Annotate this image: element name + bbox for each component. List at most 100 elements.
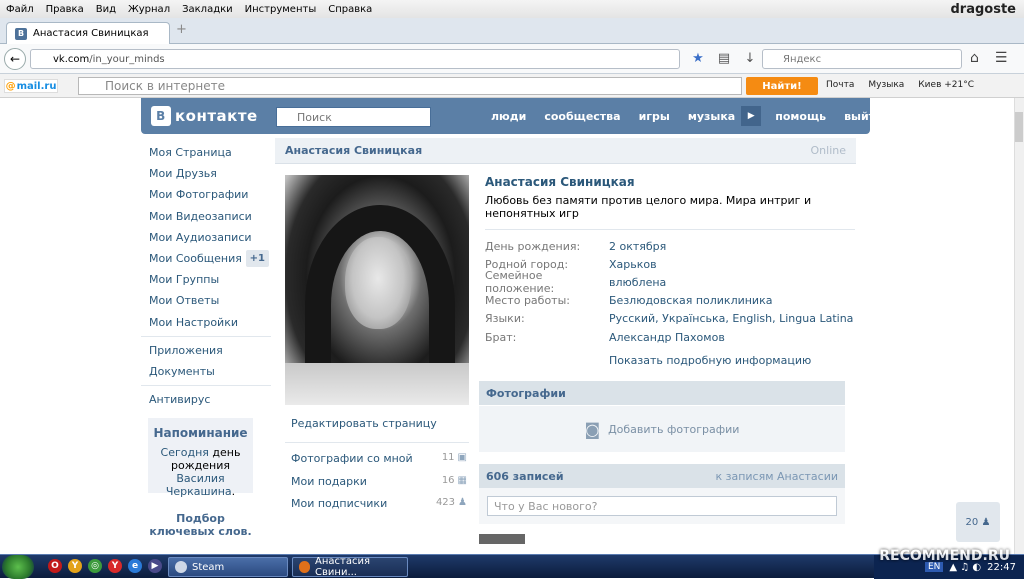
menu-my-settings[interactable]: Мои Настройки xyxy=(141,312,271,333)
info-value-link[interactable]: 2 октября xyxy=(609,240,666,253)
menu-help[interactable]: Справка xyxy=(328,4,372,15)
nav-communities[interactable]: сообщества xyxy=(544,110,620,123)
menu-apps[interactable]: Приложения xyxy=(141,340,271,361)
yandex-search-input[interactable]: Яндекс xyxy=(762,49,962,69)
menu-divider xyxy=(141,335,271,337)
menu-my-answers[interactable]: Мои Ответы xyxy=(141,290,271,311)
weather-link[interactable]: Киев +21°C xyxy=(918,80,974,90)
vk-logo[interactable]: В контакте xyxy=(151,106,258,126)
profile-main: Анастасия Свиницкая Online Редактировать… xyxy=(275,138,856,554)
yandex-icon[interactable]: Y xyxy=(68,559,82,573)
menu-my-friends[interactable]: Мои Друзья xyxy=(141,163,271,184)
info-value-link[interactable]: Безлюдовская поликлиника xyxy=(609,294,772,307)
menu-my-photos[interactable]: Мои Фотографии xyxy=(141,184,271,205)
opera-icon[interactable]: O xyxy=(48,559,62,573)
bookmark-star-icon[interactable]: ★ xyxy=(690,51,706,66)
photos-with-me-link[interactable]: Фотографии со мной 11 ▣ xyxy=(291,452,467,465)
quick-launch: O Y ◎ Y e ▶ xyxy=(48,559,162,573)
profile-status[interactable]: Любовь без памяти против целого мира. Ми… xyxy=(485,194,840,220)
my-gifts-count-value: 16 xyxy=(441,475,455,486)
vk-top-nav: люди сообщества игры музыка ▶ помощь вый… xyxy=(491,98,901,134)
menu-view[interactable]: Вид xyxy=(96,4,116,15)
info-value-link[interactable]: Русский, Українська, English, Lingua Lat… xyxy=(609,312,853,325)
yandex-browser-icon[interactable]: Y xyxy=(108,559,122,573)
wall-post-input[interactable]: Что у Вас нового? xyxy=(487,496,837,516)
menu-docs[interactable]: Документы xyxy=(141,361,271,382)
photo-face xyxy=(345,237,411,329)
profile-header-name: Анастасия Свиницкая xyxy=(285,144,423,157)
page-scrollbar[interactable] xyxy=(1014,98,1024,554)
mailru-logo[interactable]: @ mail.ru xyxy=(4,79,58,93)
gift-icon: ▦ xyxy=(457,475,467,486)
menu-file[interactable]: Файл xyxy=(6,4,34,15)
start-button[interactable] xyxy=(2,555,34,579)
menu-my-videos[interactable]: Мои Видеозаписи xyxy=(141,206,271,227)
mailru-links: Почта Музыка Киев +21°C xyxy=(826,80,974,90)
reminder-name-last[interactable]: Черкашина xyxy=(166,485,232,498)
vk-header: В контакте Поиск люди сообщества игры му… xyxy=(141,98,883,134)
bookmarks-list-icon[interactable]: ▤ xyxy=(716,51,732,66)
window-title: dragoste xyxy=(950,2,1017,17)
vk-search-input[interactable]: Поиск xyxy=(276,107,431,127)
music-link[interactable]: Музыка xyxy=(868,80,904,90)
show-more-info-link[interactable]: Показать подробную информацию xyxy=(609,354,855,367)
reminder-today-link[interactable]: Сегодня xyxy=(161,446,209,459)
back-button[interactable]: ← xyxy=(4,48,26,70)
media-icon[interactable]: ▶ xyxy=(148,559,162,573)
menu-my-groups[interactable]: Мои Группы xyxy=(141,269,271,290)
add-photos-area[interactable]: ◙ Добавить фотографии xyxy=(479,406,845,452)
photos-section-header[interactable]: Фотографии xyxy=(479,381,845,405)
taskbar-steam[interactable]: Steam xyxy=(168,557,288,577)
my-subscribers-link[interactable]: Мои подписчики 423 ♟ xyxy=(291,497,467,510)
info-value-link[interactable]: Александр Пахомов xyxy=(609,331,725,344)
browser-tab[interactable]: В Анастасия Свиницкая xyxy=(6,22,170,44)
wall-post-avatar[interactable] xyxy=(479,534,525,544)
taskbar-firefox[interactable]: Анастасия Свини... xyxy=(292,556,408,578)
my-subscribers-count: 423 ♟ xyxy=(436,497,467,510)
photos-with-me-label: Фотографии со мной xyxy=(291,452,413,465)
new-tab-button[interactable]: + xyxy=(176,22,190,37)
wall-post-placeholder: Что у Вас нового? xyxy=(494,499,598,513)
menu-my-audio[interactable]: Мои Аудиозаписи xyxy=(141,227,271,248)
mail-link[interactable]: Почта xyxy=(826,80,854,90)
menu-icon[interactable]: ☰ xyxy=(995,50,1008,66)
nav-help[interactable]: помощь xyxy=(775,110,826,123)
birthday-reminder: Напоминание Сегодня день рождения Васили… xyxy=(148,418,253,498)
info-value-link[interactable]: влюблена xyxy=(609,276,666,289)
my-gifts-link[interactable]: Мои подарки 16 ▦ xyxy=(291,475,467,488)
find-button[interactable]: Найти! xyxy=(746,77,818,95)
my-subscribers-label: Мои подписчики xyxy=(291,497,388,510)
messages-badge: +1 xyxy=(245,249,269,267)
menu-my-messages[interactable]: Мои Сообщения +1 xyxy=(141,248,271,269)
mailru-logo-text: mail.ru xyxy=(16,80,57,92)
info-key: День рождения: xyxy=(485,239,581,253)
url-domain: vk.com xyxy=(53,53,90,65)
url-bar[interactable]: vk.com/in_your_minds xyxy=(30,49,680,69)
edit-page-link[interactable]: Редактировать страницу xyxy=(291,417,437,430)
nav-music[interactable]: музыка xyxy=(688,110,735,123)
friends-online-button[interactable]: 20 ♟ xyxy=(956,502,1000,542)
keyword-ad-link[interactable]: Подбор ключевых слов. xyxy=(148,512,253,538)
scrollbar-thumb[interactable] xyxy=(1015,112,1023,142)
nav-games[interactable]: игры xyxy=(639,110,670,123)
mailru-search-input[interactable]: Поиск в интернете xyxy=(78,77,742,95)
home-icon[interactable]: ⌂ xyxy=(970,50,979,66)
reminder-name-first[interactable]: Василия xyxy=(176,472,224,485)
menu-bookmarks[interactable]: Закладки xyxy=(182,4,233,15)
ie-icon[interactable]: e xyxy=(128,559,142,573)
profile-name: Анастасия Свиницкая xyxy=(485,175,635,189)
download-icon[interactable]: ↓ xyxy=(742,51,758,66)
menu-antivirus[interactable]: Антивирус xyxy=(141,389,271,410)
profile-photo[interactable] xyxy=(285,175,469,405)
wall-link[interactable]: к записям Анастасии xyxy=(715,470,838,483)
menu-history[interactable]: Журнал xyxy=(128,4,170,15)
reminder-title: Напоминание xyxy=(153,426,248,440)
chrome-icon[interactable]: ◎ xyxy=(88,559,102,573)
menu-edit[interactable]: Правка xyxy=(46,4,84,15)
nav-people[interactable]: люди xyxy=(491,110,526,123)
menu-my-page[interactable]: Моя Страница xyxy=(141,142,271,163)
music-play-icon[interactable]: ▶ xyxy=(741,106,762,126)
info-value-link[interactable]: Харьков xyxy=(609,258,657,271)
menu-tools[interactable]: Инструменты xyxy=(245,4,317,15)
nav-logout[interactable]: выйти xyxy=(844,110,883,123)
